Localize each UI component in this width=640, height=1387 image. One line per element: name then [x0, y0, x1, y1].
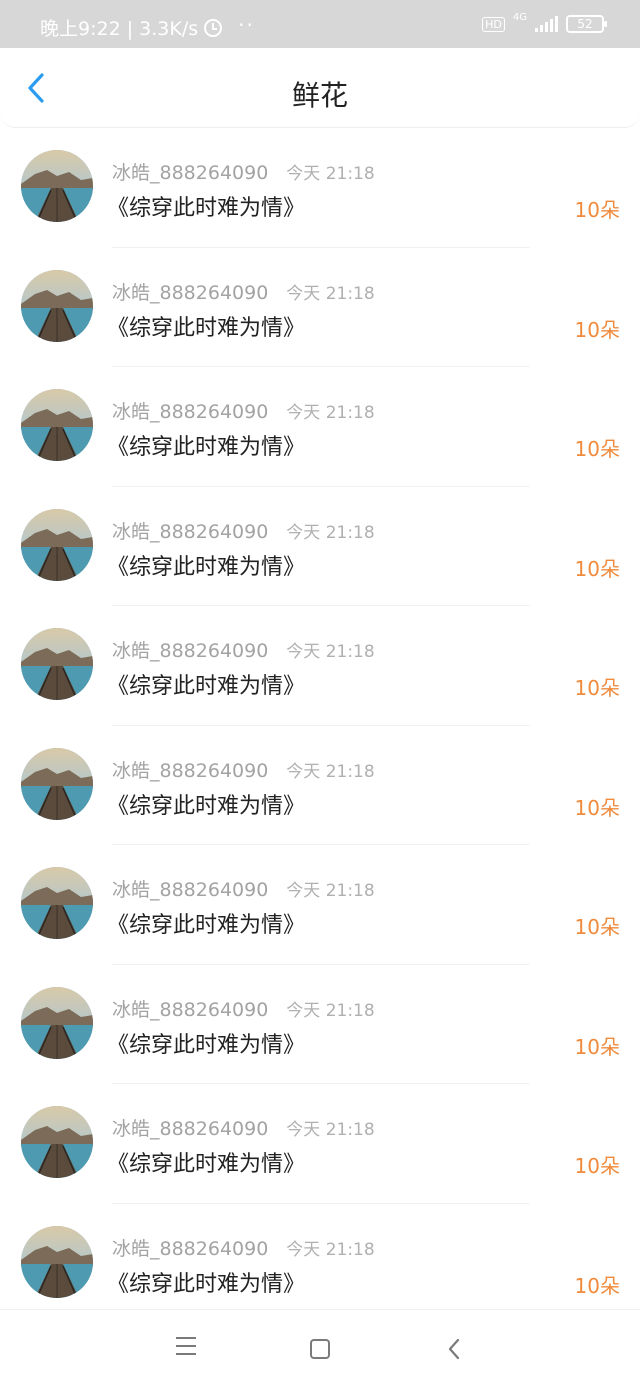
- username[interactable]: 冰皓_888264090: [112, 756, 268, 783]
- username[interactable]: 冰皓_888264090: [112, 158, 268, 185]
- book-title[interactable]: 《综穿此时难为情》: [107, 1027, 305, 1059]
- flower-amount: 10朵: [574, 556, 620, 581]
- timestamp: 今天 21:18: [286, 164, 375, 184]
- flower-amount: 10朵: [574, 795, 620, 820]
- avatar-image: [21, 1106, 93, 1178]
- book-title[interactable]: 《综穿此时难为情》: [107, 1266, 305, 1298]
- book-title[interactable]: 《综穿此时难为情》: [107, 549, 305, 581]
- home-icon[interactable]: [310, 1339, 330, 1359]
- avatar-image: [21, 508, 93, 581]
- timestamp: 今天 21:18: [286, 403, 375, 423]
- user-line: 冰皓_888264090 今天 21:18: [112, 1114, 375, 1141]
- username[interactable]: 冰皓_888264090: [112, 517, 268, 544]
- user-line: 冰皓_888264090 今天 21:18: [112, 636, 375, 663]
- avatar-image: [21, 1225, 93, 1298]
- list-item[interactable]: 冰皓_888264090 今天 21:18 《综穿此时难为情》 10朵: [0, 1084, 640, 1204]
- timestamp: 今天 21:18: [286, 1239, 375, 1260]
- user-line: 冰皓_888264090 今天 21:18: [112, 158, 375, 185]
- status-right: HD 4G 52: [482, 11, 607, 33]
- avatar[interactable]: [21, 986, 93, 1059]
- list-item[interactable]: 冰皓_888264090 今天 21:18 《综穿此时难为情》 10朵: [0, 845, 640, 965]
- avatar-image: [21, 986, 93, 1059]
- book-title[interactable]: 《综穿此时难为情》: [107, 190, 305, 222]
- list-item[interactable]: 冰皓_888264090 今天 21:18 《综穿此时难为情》 10朵: [0, 726, 640, 845]
- flower-amount: 10朵: [574, 1034, 620, 1059]
- flower-amount: 10朵: [574, 437, 620, 461]
- timestamp: 今天 21:18: [286, 642, 375, 662]
- username[interactable]: 冰皓_888264090: [112, 636, 268, 663]
- avatar-image: [21, 389, 93, 461]
- system-nav-bar: [0, 1309, 640, 1387]
- battery-icon: 52: [566, 15, 607, 33]
- avatar[interactable]: [21, 269, 93, 342]
- username[interactable]: 冰皓_888264090: [112, 1234, 268, 1261]
- flower-amount: 10朵: [574, 317, 620, 342]
- timestamp: 今天 21:18: [286, 761, 375, 782]
- timestamp: 今天 21:18: [286, 283, 375, 304]
- avatar-image: [21, 269, 93, 342]
- avatar[interactable]: [21, 508, 93, 581]
- flower-amount: 10朵: [574, 676, 620, 700]
- signal-icon: [535, 16, 558, 32]
- avatar-image: [21, 747, 93, 820]
- timestamp: 今天 21:18: [286, 1000, 375, 1021]
- menu-icon[interactable]: [176, 1337, 204, 1361]
- username[interactable]: 冰皓_888264090: [112, 397, 268, 424]
- avatar[interactable]: [21, 1106, 93, 1178]
- page-title: 鲜花: [291, 79, 348, 112]
- username[interactable]: 冰皓_888264090: [112, 875, 268, 902]
- status-bar: 晚上9:22 | 3.3K/s ·· HD 4G 52: [0, 0, 640, 48]
- timestamp: 今天 21:18: [286, 522, 375, 543]
- list-item[interactable]: 冰皓_888264090 今天 21:18 《综穿此时难为情》 10朵: [0, 965, 640, 1084]
- list-item[interactable]: 冰皓_888264090 今天 21:18 《综穿此时难为情》 10朵: [0, 487, 640, 606]
- username[interactable]: 冰皓_888264090: [112, 278, 268, 305]
- username[interactable]: 冰皓_888264090: [112, 1114, 268, 1141]
- timestamp: 今天 21:18: [286, 1120, 375, 1140]
- status-time-speed: 晚上9:22 | 3.3K/s: [40, 18, 199, 40]
- network-label: 4G: [512, 11, 527, 23]
- list-item[interactable]: 冰皓_888264090 今天 21:18 《综穿此时难为情》 10朵: [0, 606, 640, 726]
- list-item[interactable]: 冰皓_888264090 今天 21:18 《综穿此时难为情》 10朵: [0, 367, 640, 487]
- list-item[interactable]: 冰皓_888264090 今天 21:18 《综穿此时难为情》 10朵: [0, 1204, 640, 1323]
- status-more-dots: ··: [238, 12, 255, 37]
- avatar[interactable]: [21, 747, 93, 820]
- flower-amount: 10朵: [574, 198, 620, 222]
- user-line: 冰皓_888264090 今天 21:18: [112, 397, 375, 424]
- user-line: 冰皓_888264090 今天 21:18: [112, 756, 375, 783]
- list-item[interactable]: 冰皓_888264090 今天 21:18 《综穿此时难为情》 10朵: [0, 248, 640, 367]
- list-item[interactable]: 冰皓_888264090 今天 21:18 《综穿此时难为情》 10朵: [0, 128, 640, 248]
- book-title[interactable]: 《综穿此时难为情》: [107, 668, 305, 700]
- user-line: 冰皓_888264090 今天 21:18: [112, 517, 375, 544]
- flower-amount: 10朵: [574, 1154, 620, 1178]
- avatar[interactable]: [21, 867, 93, 939]
- flower-amount: 10朵: [574, 915, 620, 939]
- avatar[interactable]: [21, 389, 93, 461]
- hd-icon: HD: [482, 16, 505, 32]
- avatar-image: [21, 150, 93, 222]
- user-line: 冰皓_888264090 今天 21:18: [112, 875, 375, 902]
- username[interactable]: 冰皓_888264090: [112, 995, 268, 1022]
- avatar[interactable]: [21, 628, 93, 700]
- avatar[interactable]: [21, 150, 93, 222]
- status-left: 晚上9:22 | 3.3K/s ··: [40, 12, 255, 41]
- user-line: 冰皓_888264090 今天 21:18: [112, 995, 375, 1022]
- flower-record-list: 冰皓_888264090 今天 21:18 《综穿此时难为情》 10朵 冰皓_8…: [0, 128, 640, 1323]
- user-line: 冰皓_888264090 今天 21:18: [112, 278, 375, 305]
- app-header: 鲜花: [0, 48, 640, 128]
- timestamp: 今天 21:18: [286, 881, 375, 901]
- avatar-image: [21, 867, 93, 939]
- back-icon[interactable]: [446, 1337, 474, 1361]
- avatar-image: [21, 628, 93, 700]
- user-line: 冰皓_888264090 今天 21:18: [112, 1234, 375, 1261]
- avatar[interactable]: [21, 1225, 93, 1298]
- book-title[interactable]: 《综穿此时难为情》: [107, 310, 305, 342]
- book-title[interactable]: 《综穿此时难为情》: [107, 1146, 305, 1178]
- flower-amount: 10朵: [574, 1273, 620, 1298]
- book-title[interactable]: 《综穿此时难为情》: [107, 907, 305, 939]
- book-title[interactable]: 《综穿此时难为情》: [107, 429, 305, 461]
- alarm-icon: [204, 18, 223, 37]
- book-title[interactable]: 《综穿此时难为情》: [107, 788, 305, 820]
